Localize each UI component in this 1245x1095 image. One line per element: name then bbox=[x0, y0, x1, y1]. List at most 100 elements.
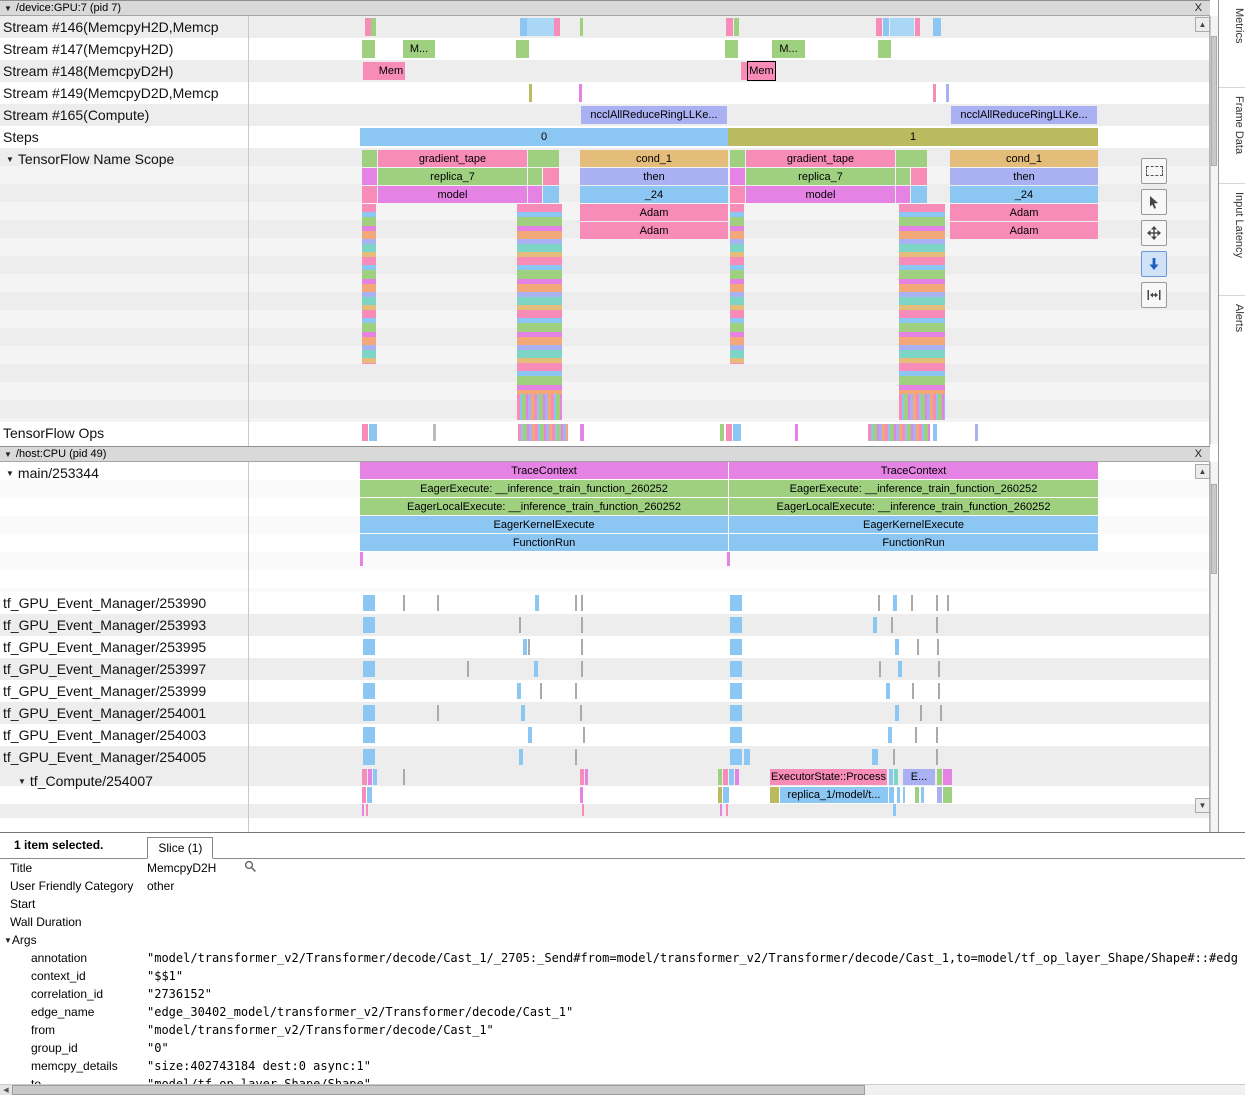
trace-event[interactable] bbox=[730, 727, 742, 743]
then-slice[interactable]: then bbox=[950, 168, 1098, 185]
trace-event[interactable] bbox=[889, 787, 894, 803]
cpu-vscroll-thumb[interactable] bbox=[1211, 484, 1217, 574]
trace-event[interactable] bbox=[946, 84, 949, 102]
trace-event[interactable] bbox=[730, 749, 742, 765]
adam-slice[interactable]: Adam bbox=[580, 204, 728, 221]
flame-stack[interactable] bbox=[899, 394, 945, 420]
trace-event[interactable] bbox=[373, 769, 377, 785]
trace-event[interactable] bbox=[883, 18, 889, 36]
memcpy-h2d-slice[interactable]: M... bbox=[403, 40, 435, 58]
eager-local-execute-slice[interactable]: EagerLocalExecute: __inference_train_fun… bbox=[360, 498, 728, 515]
trace-event[interactable] bbox=[534, 661, 538, 677]
trace-event[interactable] bbox=[936, 617, 938, 633]
memcpy-d2h-slice-selected[interactable]: Mem bbox=[748, 62, 775, 80]
trace-event[interactable] bbox=[580, 769, 584, 785]
trace-event[interactable] bbox=[878, 595, 880, 611]
trace-event[interactable] bbox=[730, 595, 742, 611]
trace-event[interactable] bbox=[363, 727, 375, 743]
trace-event[interactable] bbox=[915, 727, 917, 743]
trace-event[interactable] bbox=[433, 424, 436, 441]
trace-event[interactable] bbox=[795, 424, 798, 441]
magnifier-icon[interactable] bbox=[244, 860, 257, 876]
scope-24-slice[interactable]: _24 bbox=[580, 186, 728, 203]
trace-event[interactable] bbox=[726, 18, 733, 36]
gpu-panel-close-button[interactable]: X bbox=[1195, 2, 1202, 14]
function-run-slice[interactable]: FunctionRun bbox=[729, 534, 1098, 551]
adam-slice[interactable]: Adam bbox=[950, 222, 1098, 239]
trace-event[interactable] bbox=[890, 18, 914, 36]
trace-event[interactable] bbox=[467, 661, 469, 677]
trace-event[interactable] bbox=[367, 787, 372, 803]
trace-event[interactable] bbox=[872, 749, 878, 765]
trace-event[interactable] bbox=[937, 769, 942, 785]
trace-event[interactable] bbox=[876, 18, 882, 36]
trace-event[interactable] bbox=[936, 727, 938, 743]
trace-event[interactable] bbox=[362, 150, 377, 167]
trace-event[interactable] bbox=[363, 639, 375, 655]
trace-event[interactable] bbox=[528, 150, 559, 167]
trace-event[interactable] bbox=[580, 787, 583, 803]
args-section-header[interactable]: ▼ Args bbox=[0, 931, 1245, 949]
trace-event[interactable] bbox=[947, 595, 949, 611]
cpu-panel-close-button[interactable]: X bbox=[1195, 448, 1202, 460]
executor-slice[interactable]: E... bbox=[903, 769, 935, 785]
trace-event[interactable] bbox=[362, 804, 364, 816]
trace-event[interactable] bbox=[896, 186, 910, 203]
trace-event[interactable] bbox=[893, 804, 896, 816]
trace-event[interactable] bbox=[878, 40, 891, 58]
adam-slice[interactable]: Adam bbox=[580, 222, 728, 239]
trace-event[interactable] bbox=[535, 595, 539, 611]
trace-event[interactable] bbox=[938, 683, 940, 699]
trace-event[interactable] bbox=[975, 424, 978, 441]
trace-event[interactable] bbox=[936, 749, 938, 765]
trace-event[interactable] bbox=[366, 804, 368, 816]
trace-event[interactable] bbox=[403, 595, 405, 611]
trace-event[interactable] bbox=[362, 186, 377, 203]
trace-event[interactable] bbox=[896, 150, 927, 167]
trace-event[interactable] bbox=[363, 749, 375, 765]
trace-event[interactable] bbox=[528, 168, 542, 185]
trace-event[interactable] bbox=[543, 168, 559, 185]
replica-1-model-slice[interactable]: replica_1/model/t... bbox=[780, 787, 888, 803]
trace-event[interactable] bbox=[718, 787, 722, 803]
cond-1-slice[interactable]: cond_1 bbox=[580, 150, 728, 167]
trace-event[interactable] bbox=[362, 424, 368, 441]
function-run-slice[interactable]: FunctionRun bbox=[360, 534, 728, 551]
trace-event[interactable] bbox=[897, 787, 900, 803]
eager-kernel-execute-slice[interactable]: EagerKernelExecute bbox=[729, 516, 1098, 533]
trace-event[interactable] bbox=[726, 424, 732, 441]
trace-event[interactable] bbox=[730, 639, 742, 655]
trace-event[interactable] bbox=[898, 661, 902, 677]
trace-event[interactable] bbox=[730, 168, 745, 185]
trace-event[interactable] bbox=[896, 168, 910, 185]
trace-event[interactable] bbox=[936, 595, 938, 611]
pointer-tool-button[interactable] bbox=[1141, 189, 1167, 215]
trace-event[interactable] bbox=[520, 18, 527, 36]
trace-event[interactable] bbox=[529, 84, 532, 102]
trace-event[interactable] bbox=[911, 186, 927, 203]
trace-event[interactable] bbox=[735, 769, 739, 785]
gpu-vertical-scrollbar[interactable] bbox=[1210, 16, 1218, 444]
cpu-timeline-canvas[interactable]: TraceContextTraceContextEagerExecute: __… bbox=[0, 446, 1218, 832]
trace-event[interactable] bbox=[730, 150, 745, 167]
trace-event[interactable] bbox=[744, 749, 750, 765]
trace-event[interactable] bbox=[730, 705, 742, 721]
trace-event[interactable] bbox=[895, 705, 899, 721]
trace-event[interactable] bbox=[725, 40, 738, 58]
trace-event[interactable] bbox=[894, 769, 898, 785]
trace-event[interactable] bbox=[729, 769, 734, 785]
tab-metrics[interactable]: Metrics bbox=[1219, 0, 1245, 88]
trace-event[interactable] bbox=[362, 787, 366, 803]
trace-event[interactable] bbox=[581, 661, 583, 677]
trace-event[interactable] bbox=[360, 552, 363, 566]
trace-event[interactable] bbox=[362, 769, 367, 785]
trace-event[interactable] bbox=[528, 186, 542, 203]
trace-event[interactable] bbox=[580, 424, 584, 441]
trace-event[interactable] bbox=[580, 705, 582, 721]
trace-event[interactable] bbox=[523, 639, 527, 655]
eager-execute-slice[interactable]: EagerExecute: __inference_train_function… bbox=[729, 480, 1098, 497]
trace-event[interactable] bbox=[895, 639, 899, 655]
trace-event[interactable] bbox=[369, 424, 377, 441]
trace-event[interactable] bbox=[770, 787, 779, 803]
trace-event[interactable] bbox=[915, 18, 920, 36]
